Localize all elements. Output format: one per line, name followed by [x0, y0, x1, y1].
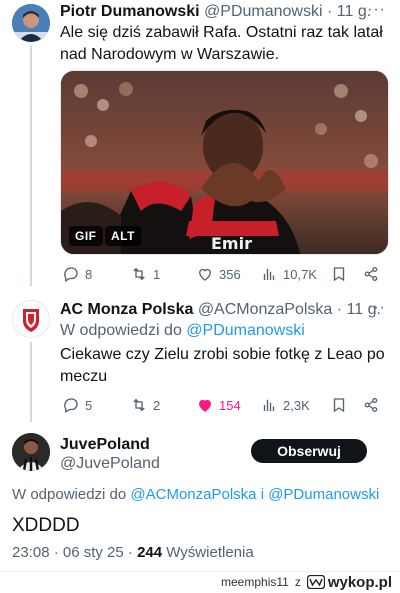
reply-prefix: W odpowiedzi do — [12, 486, 127, 503]
reply-count: 5 — [85, 397, 93, 413]
like-icon — [199, 399, 211, 412]
author-handle[interactable]: @PDumanowski — [204, 3, 323, 20]
tweet-actions: 5 2 154 2,3K — [60, 394, 386, 416]
tweet-header: JuvePoland — [60, 435, 240, 455]
reply-icon — [64, 267, 78, 282]
share-icon — [364, 266, 378, 282]
like-count: 154 — [219, 397, 241, 413]
monza-crest-icon — [14, 302, 48, 336]
bookmark-icon — [333, 398, 345, 413]
reply-handle-link-1[interactable]: @ACMonzaPolska — [130, 486, 256, 503]
avatar[interactable] — [12, 300, 50, 338]
tweet-text: XDDDD — [12, 515, 80, 536]
follow-button[interactable]: Obserwuj — [251, 439, 367, 463]
reply-button[interactable]: 5 — [62, 394, 92, 416]
share-icon — [364, 397, 378, 413]
views-button[interactable]: 2,3K — [260, 394, 310, 416]
tweet-header: AC Monza Polska @ACMonzaPolska · 11 g. — [60, 300, 384, 320]
like-count: 356 — [219, 266, 241, 282]
like-button[interactable]: 154 — [196, 394, 241, 416]
reply-handle-link-2[interactable]: @PDumanowski — [268, 486, 379, 503]
watermark-user: meemphis11 — [221, 575, 289, 589]
like-button[interactable]: 356 — [196, 263, 241, 285]
watermark-site: wykop.pl — [327, 573, 392, 591]
retweet-icon — [133, 267, 145, 281]
tweet-text: Ciekawe czy Zielu zrobi sobie fotkę z Le… — [60, 346, 385, 385]
thread-line — [30, 342, 32, 422]
author-name[interactable]: AC Monza Polska — [60, 301, 193, 318]
thread-line — [30, 46, 32, 286]
author-name[interactable]: JuvePoland — [60, 436, 150, 453]
views-count: 10,7K — [283, 266, 317, 282]
author-handle[interactable]: @ACMonzaPolska — [198, 301, 333, 318]
tweet-monza[interactable]: AC Monza Polska @ACMonzaPolska · 11 g. ·… — [0, 292, 400, 422]
reply-handle-link[interactable]: @PDumanowski — [186, 322, 305, 339]
reply-count: 8 — [85, 266, 93, 282]
views-icon — [263, 399, 275, 411]
retweet-count: 1 — [153, 266, 161, 282]
reply-context: W odpowiedzi do @ACMonzaPolska i @PDuman… — [12, 484, 379, 506]
watermark-z: z — [294, 575, 301, 589]
avatar-portrait-image — [12, 433, 50, 471]
tweet-media-gif[interactable]: Emir GIF ALT — [60, 70, 389, 255]
avatar[interactable] — [12, 433, 50, 471]
tweet-piotr[interactable]: Piotr Dumanowski @PDumanowski · 11 g. ··… — [0, 0, 400, 292]
retweet-button[interactable]: 2 — [130, 394, 160, 416]
views-count: 2,3K — [283, 397, 310, 413]
share-button[interactable] — [362, 263, 380, 285]
retweet-button[interactable]: 1 — [130, 263, 160, 285]
more-icon[interactable]: ··· — [367, 1, 386, 19]
share-button[interactable] — [362, 394, 380, 416]
tweet-time[interactable]: · 11 g. — [327, 3, 371, 20]
views-count: 244 — [137, 544, 163, 561]
tweet-text: Ale się dziś zabawił Rafa. Ostatni raz t… — [60, 24, 383, 63]
reply-context: W odpowiedzi do @PDumanowski — [60, 320, 305, 342]
reply-prefix: W odpowiedzi do — [60, 322, 182, 339]
tweet-timestamp[interactable]: 23:08 · 06 sty 25 · — [12, 544, 133, 561]
reply-icon — [64, 398, 78, 413]
tweet-actions: 8 1 356 10,7K — [60, 263, 386, 285]
author-name[interactable]: Piotr Dumanowski — [60, 3, 200, 20]
like-icon — [199, 268, 211, 281]
avatar[interactable] — [12, 4, 50, 42]
views-button[interactable]: 10,7K — [260, 263, 317, 285]
author-handle[interactable]: @JuvePoland — [60, 455, 160, 472]
more-icon[interactable]: ··· — [367, 299, 386, 317]
alt-badge[interactable]: ALT — [105, 226, 141, 246]
divider — [0, 571, 400, 572]
reply-button[interactable]: 8 — [62, 263, 92, 285]
avatar-portrait-image — [12, 4, 50, 42]
wykop-logo: wykop.pl — [306, 573, 392, 591]
views-label: Wyświetlenia — [166, 544, 254, 561]
views-icon — [263, 268, 275, 280]
wykop-logo-icon — [306, 575, 325, 589]
gif-badge: GIF — [69, 226, 103, 246]
bookmark-button[interactable] — [330, 394, 348, 416]
bookmark-button[interactable] — [330, 263, 348, 285]
svg-text:Emir: Emir — [211, 234, 252, 253]
retweet-icon — [133, 398, 145, 412]
tweet-header: Piotr Dumanowski @PDumanowski · 11 g. — [60, 2, 384, 22]
wykop-watermark: meemphis11 z wykop.pl — [221, 573, 392, 591]
reply-join: i — [260, 486, 265, 503]
tweet-meta: 23:08 · 06 sty 25 · 244 Wyświetlenia — [12, 544, 254, 561]
tweet-header-handle: @JuvePoland — [60, 454, 240, 474]
retweet-count: 2 — [153, 397, 161, 413]
bookmark-icon — [333, 267, 345, 282]
